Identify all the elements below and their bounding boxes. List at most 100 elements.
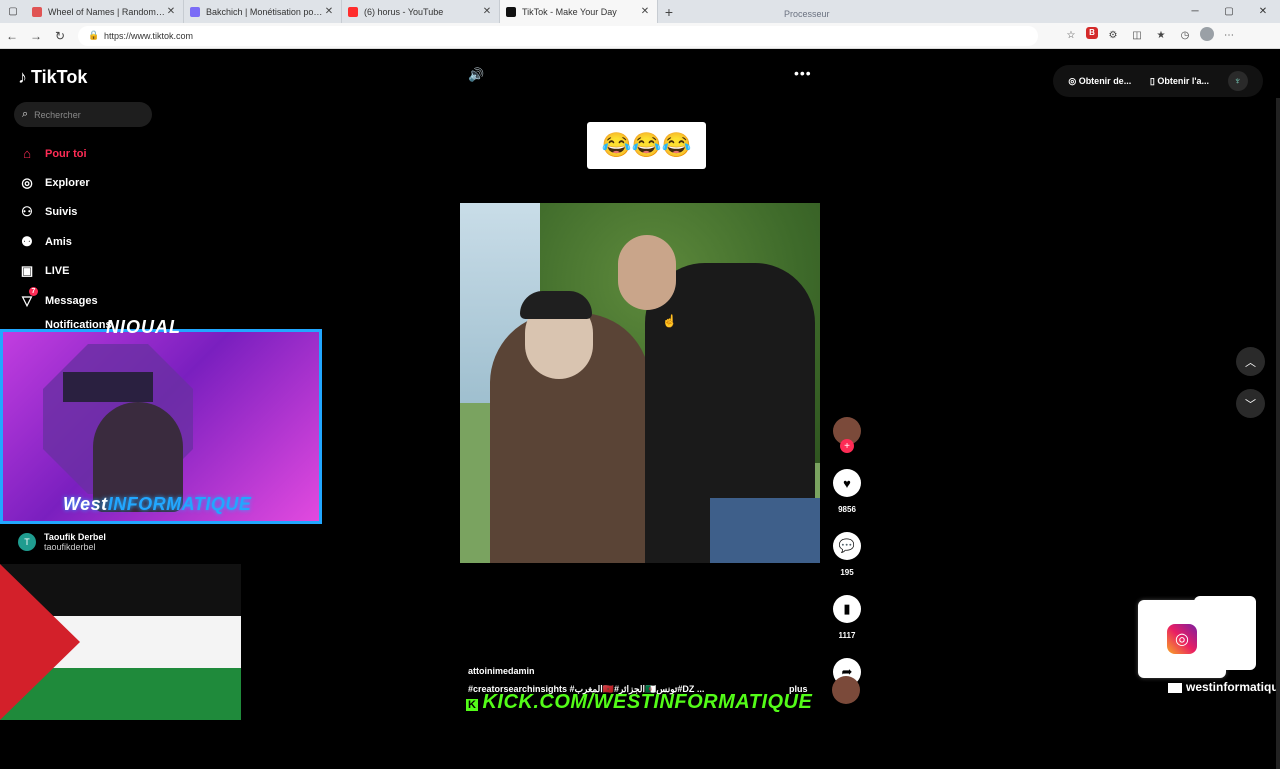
tiktok-logo[interactable]: ♪ TikTok: [18, 67, 87, 88]
get-app-button[interactable]: ▯ Obtenir l'a...: [1150, 76, 1209, 87]
sidebar-item-live[interactable]: ▣ LIVE: [18, 257, 98, 286]
tiktok-note-icon: ♪: [18, 67, 27, 87]
video-jeans: [710, 498, 820, 563]
back-icon[interactable]: ←: [0, 29, 24, 43]
handle-tag-icon: [1168, 682, 1182, 693]
sound-avatar[interactable]: [832, 676, 860, 704]
video-young-man-head: [618, 235, 676, 310]
toolbar-icons: ☆ B ⚙ ◫ ★ ◷ ⋯: [1062, 26, 1238, 45]
next-video-button[interactable]: ﹀: [1236, 389, 1265, 418]
url-field[interactable]: 🔒 https://www.tiktok.com: [78, 25, 1038, 46]
kick-overlay: K KICK.COM/WESTINFORMATIQUE: [466, 691, 812, 714]
split-icon[interactable]: ◫: [1128, 27, 1146, 45]
page-scrollbar[interactable]: [1276, 98, 1280, 769]
extension-icon[interactable]: B: [1086, 26, 1098, 39]
bookmark-icon[interactable]: ▮: [833, 595, 861, 623]
forward-icon[interactable]: →: [24, 29, 48, 43]
tab-actions-icon[interactable]: ▢: [0, 0, 26, 23]
instagram-icon: ◎: [1167, 624, 1197, 654]
sidebar-item-explore[interactable]: ◎ Explorer: [18, 168, 98, 197]
video-beret: [520, 291, 592, 319]
messages-badge: 7: [29, 286, 38, 296]
live-icon: ▣: [20, 263, 34, 279]
close-tab-icon[interactable]: ✕: [481, 6, 493, 17]
extensions-icon[interactable]: ⚙: [1104, 27, 1122, 45]
tab-favicon-icon: [190, 6, 200, 17]
menu-icon[interactable]: ⋯: [1220, 27, 1238, 45]
sidebar-item-for-you[interactable]: ⌂ Pour toi: [18, 139, 98, 168]
cpu-overlay-label: Processeur: [784, 9, 830, 19]
instagram-card: ◎: [1138, 600, 1226, 678]
video-author[interactable]: attoinimedamin: [468, 666, 535, 676]
overlay-top-text: NIOUAL: [106, 317, 181, 337]
address-bar-row: ← → ↻ 🔒 https://www.tiktok.com ☆ B ⚙ ◫ ★…: [0, 23, 1280, 49]
history-icon[interactable]: ◷: [1176, 27, 1194, 45]
kick-url: KICK.COM/WESTINFORMATIQUE: [482, 691, 813, 713]
comment-icon[interactable]: 💬: [833, 532, 861, 560]
lock-icon: 🔒: [88, 30, 100, 40]
kick-logo: K: [466, 699, 479, 711]
browser-tab[interactable]: Wheel of Names | Random name ✕: [26, 0, 184, 23]
search-input[interactable]: ⌕ Rechercher: [14, 102, 152, 127]
search-placeholder: Rechercher: [34, 109, 81, 120]
previous-video-button[interactable]: ︿: [1236, 347, 1265, 376]
sidebar-item-following[interactable]: ⚇ Suivis: [18, 198, 98, 227]
get-coins-button[interactable]: ◎ Obtenir de...: [1068, 76, 1131, 87]
new-tab-icon[interactable]: +: [658, 4, 680, 20]
tab-title: (6) horus - YouTube: [364, 6, 444, 17]
tab-title: TikTok - Make Your Day: [522, 6, 617, 17]
reload-icon[interactable]: ↻: [48, 29, 72, 43]
browser-tab-active[interactable]: TikTok - Make Your Day ✕: [500, 0, 658, 23]
sidebar-item-friends[interactable]: ⚉ Amis: [18, 227, 98, 256]
favorite-icon[interactable]: ☆: [1062, 27, 1080, 45]
flag-triangle-red: [0, 564, 80, 720]
sidebar-item-label: LIVE: [45, 265, 70, 278]
search-icon: ⌕: [22, 108, 29, 120]
profile-icon[interactable]: ♆: [1227, 71, 1248, 91]
close-tab-icon[interactable]: ✕: [639, 6, 651, 17]
video-player[interactable]: [460, 203, 820, 563]
close-window-icon[interactable]: ✕: [1246, 0, 1280, 23]
sound-icon[interactable]: 🔊: [468, 67, 484, 83]
tiktok-page: ♪ TikTok ⌕ Rechercher ⌂ Pour toi ◎ Explo…: [0, 49, 1280, 769]
collections-icon[interactable]: ★: [1152, 27, 1170, 45]
save-count: 1117: [838, 631, 856, 640]
palestine-flag-image: [0, 564, 241, 720]
tab-title: Wheel of Names | Random name: [48, 6, 165, 17]
header-buttons: ◎ Obtenir de... ▯ Obtenir l'a... ♆: [1053, 65, 1263, 97]
follow-plus-icon[interactable]: +: [840, 439, 854, 453]
sidebar-item-label: Explorer: [45, 177, 90, 190]
account-name: Taoufik Derbel: [44, 532, 106, 542]
get-coins-label: Obtenir de...: [1078, 75, 1132, 86]
tab-favicon-icon: [506, 6, 516, 17]
compass-icon: ◎: [21, 175, 33, 191]
instagram-handle-text: westinformatique: [1186, 680, 1280, 694]
tab-favicon-icon: [348, 6, 358, 17]
sidebar-nav: ⌂ Pour toi ◎ Explorer ⚇ Suivis ⚉ Amis ▣ …: [18, 139, 98, 315]
account-handle: taoufikderbel: [44, 542, 96, 552]
like-icon[interactable]: ♥: [833, 469, 861, 497]
get-app-label: Obtenir l'a...: [1157, 75, 1209, 86]
sidebar-item-label: Suivis: [45, 206, 78, 219]
profile-avatar-icon[interactable]: [1200, 26, 1214, 41]
minimize-icon[interactable]: ─: [1178, 0, 1212, 23]
window-controls: ─ ▢ ✕: [1178, 0, 1280, 23]
webcam-shelf: [63, 372, 153, 402]
close-tab-icon[interactable]: ✕: [165, 6, 177, 17]
url-text: https://www.tiktok.com: [104, 30, 194, 41]
webcam-label: WestINFORMATIQUE: [63, 494, 251, 515]
maximize-icon[interactable]: ▢: [1212, 0, 1246, 23]
browser-tab-bar: ▢ Wheel of Names | Random name ✕ Bakchic…: [0, 0, 1280, 23]
browser-tab[interactable]: (6) horus - YouTube ✕: [342, 0, 500, 23]
sidebar-item-label: Messages: [45, 294, 98, 307]
author-avatar[interactable]: +: [833, 417, 861, 453]
video-actions: + ♥ 9856 💬 195 ▮ 1117 ➦ 1115: [832, 417, 862, 703]
brand-name: TikTok: [31, 67, 88, 87]
more-options-icon[interactable]: •••: [794, 65, 812, 81]
sidebar-item-messages[interactable]: ▽ 7 Messages: [18, 286, 98, 315]
instagram-handle: westinformatique: [1168, 680, 1280, 694]
suggested-account[interactable]: T Taoufik Derbel taoufikderbel: [18, 532, 106, 552]
close-tab-icon[interactable]: ✕: [323, 6, 335, 17]
sidebar-item-label: Pour toi: [45, 147, 87, 160]
browser-tab[interactable]: Bakchich | Monétisation pour les ✕: [184, 0, 342, 23]
